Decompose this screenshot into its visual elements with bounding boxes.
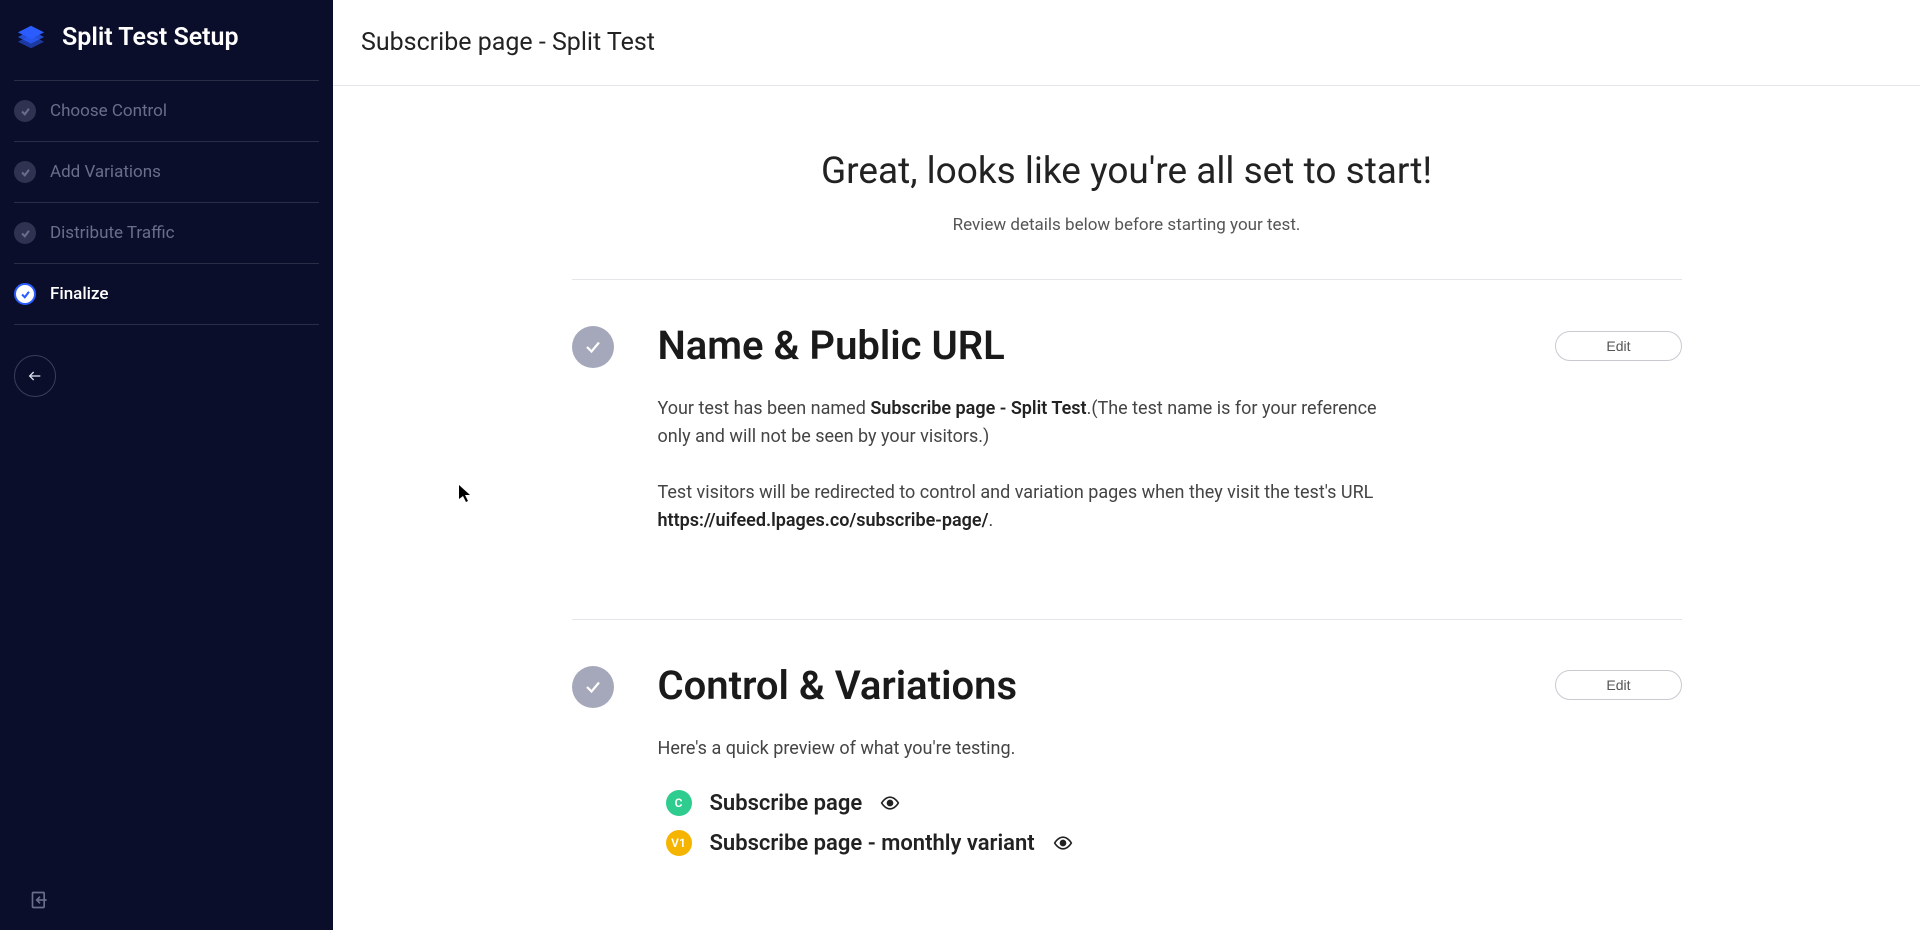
layers-icon bbox=[16, 22, 46, 52]
step-choose-control[interactable]: Choose Control bbox=[14, 80, 319, 141]
wizard-steps: Choose Control Add Variations Distribute… bbox=[0, 80, 333, 325]
section-head: Control & Variations Edit bbox=[658, 662, 1682, 709]
section-head: Name & Public URL Edit bbox=[658, 322, 1682, 369]
variant-list: C Subscribe page V1 Subscribe page - mon… bbox=[658, 790, 1682, 856]
check-icon bbox=[14, 283, 36, 305]
test-url: https://uifeed.lpages.co/subscribe-page/ bbox=[658, 510, 989, 531]
variations-intro: Here's a quick preview of what you're te… bbox=[658, 735, 1398, 763]
test-name: Subscribe page - Split Test bbox=[870, 398, 1086, 419]
step-finalize[interactable]: Finalize bbox=[14, 263, 319, 325]
hero-title: Great, looks like you're all set to star… bbox=[572, 150, 1682, 193]
variant-row-control: C Subscribe page bbox=[666, 790, 1682, 816]
exit-icon[interactable] bbox=[30, 890, 50, 910]
hero-subtitle: Review details below before starting you… bbox=[572, 215, 1682, 235]
section-body: Control & Variations Edit Here's a quick… bbox=[658, 662, 1682, 871]
step-add-variations[interactable]: Add Variations bbox=[14, 141, 319, 202]
check-icon bbox=[14, 100, 36, 122]
edit-variations-button[interactable]: Edit bbox=[1555, 670, 1681, 700]
step-distribute-traffic[interactable]: Distribute Traffic bbox=[14, 202, 319, 263]
edit-name-button[interactable]: Edit bbox=[1555, 331, 1681, 361]
check-icon bbox=[572, 666, 614, 708]
section-name-url: Name & Public URL Edit Your test has bee… bbox=[572, 279, 1682, 619]
sidebar: Split Test Setup Choose Control Add Vari… bbox=[0, 0, 333, 930]
eye-icon[interactable] bbox=[1053, 833, 1073, 853]
main-header: Subscribe page - Split Test bbox=[333, 0, 1920, 86]
section-control-variations: Control & Variations Edit Here's a quick… bbox=[572, 619, 1682, 927]
control-badge: C bbox=[666, 790, 692, 816]
name-paragraph: Your test has been named Subscribe page … bbox=[658, 395, 1398, 451]
text: Your test has been named bbox=[658, 398, 871, 419]
section-title: Name & Public URL bbox=[658, 322, 1005, 369]
text: . bbox=[988, 510, 993, 531]
variation-badge: V1 bbox=[666, 830, 692, 856]
url-paragraph: Test visitors will be redirected to cont… bbox=[658, 479, 1398, 535]
check-icon bbox=[572, 326, 614, 368]
step-label: Distribute Traffic bbox=[50, 223, 175, 243]
content: Great, looks like you're all set to star… bbox=[552, 86, 1702, 926]
step-label: Finalize bbox=[50, 284, 109, 304]
section-title: Control & Variations bbox=[658, 662, 1018, 709]
step-label: Add Variations bbox=[50, 162, 161, 182]
text: Test visitors will be redirected to cont… bbox=[658, 482, 1374, 503]
check-icon bbox=[14, 222, 36, 244]
hero: Great, looks like you're all set to star… bbox=[572, 86, 1682, 279]
sidebar-title: Split Test Setup bbox=[62, 23, 239, 52]
check-icon bbox=[14, 161, 36, 183]
variant-row-variation: V1 Subscribe page - monthly variant bbox=[666, 830, 1682, 856]
page-title: Subscribe page - Split Test bbox=[361, 28, 1892, 57]
section-body: Name & Public URL Edit Your test has bee… bbox=[658, 322, 1682, 563]
variant-name: Subscribe page - monthly variant bbox=[710, 831, 1035, 856]
variant-name: Subscribe page bbox=[710, 791, 863, 816]
main: Subscribe page - Split Test Great, looks… bbox=[333, 0, 1920, 930]
sidebar-header: Split Test Setup bbox=[0, 0, 333, 80]
eye-icon[interactable] bbox=[880, 793, 900, 813]
arrow-left-icon bbox=[27, 368, 43, 384]
back-button[interactable] bbox=[14, 355, 56, 397]
step-label: Choose Control bbox=[50, 101, 167, 121]
